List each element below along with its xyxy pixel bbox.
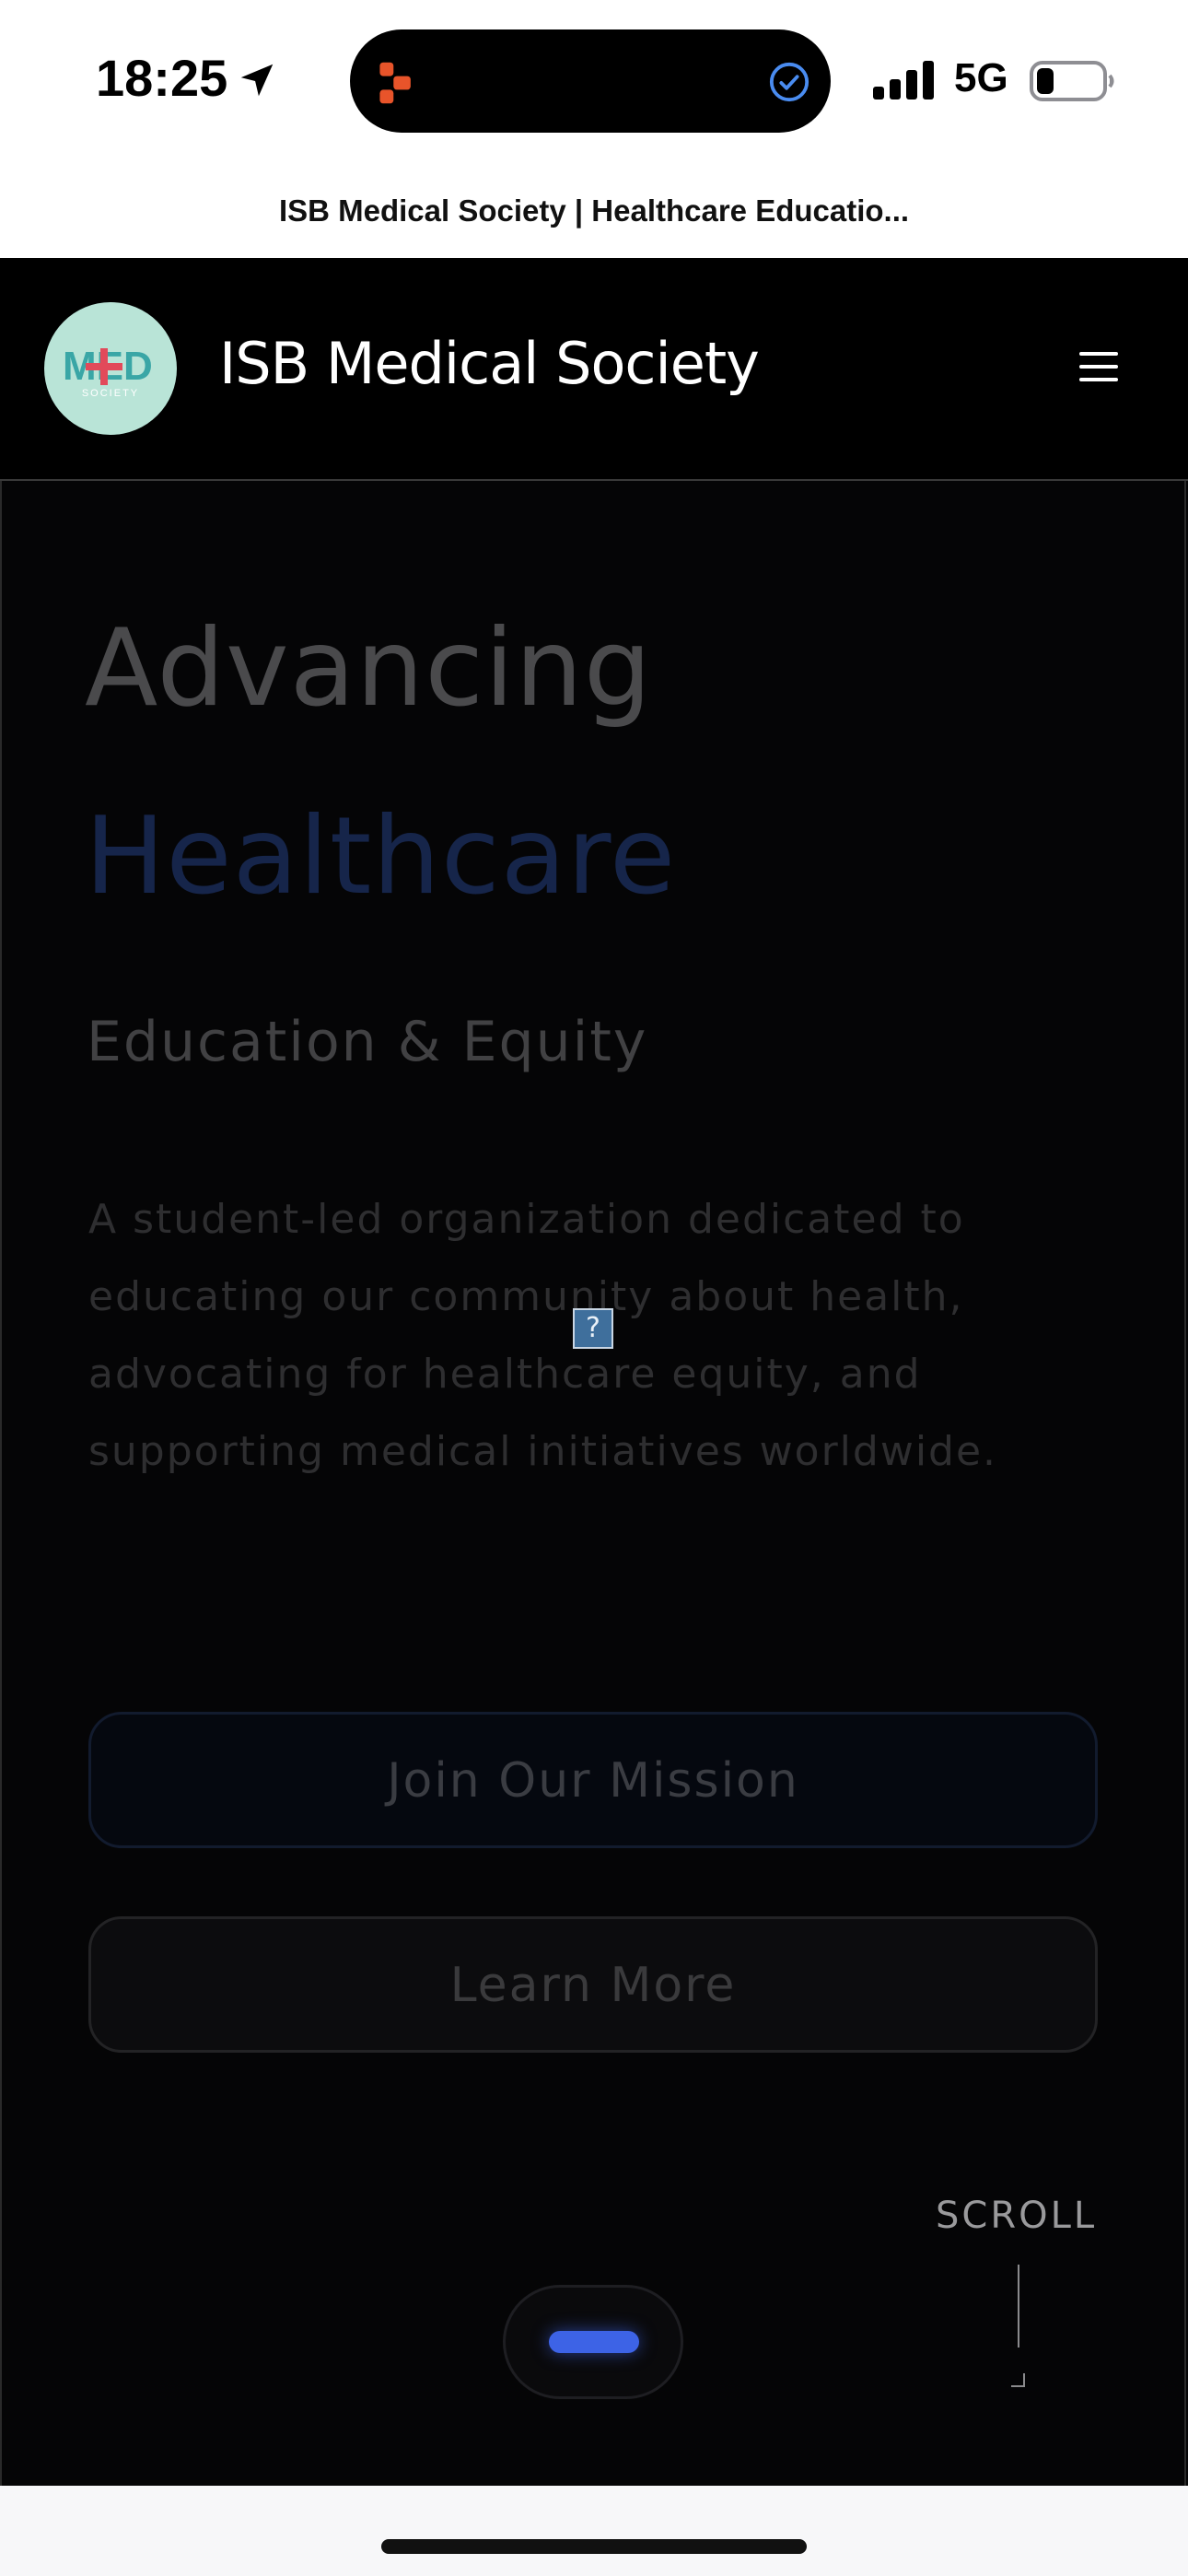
join-mission-button[interactable]: Join Our Mission bbox=[88, 1712, 1098, 1848]
hero-headline-line2: Healthcare bbox=[85, 794, 677, 919]
hamburger-menu-icon[interactable] bbox=[1079, 350, 1118, 383]
scroll-label: SCROLL bbox=[936, 2195, 1098, 2237]
network-label: 5G bbox=[954, 55, 1008, 100]
cellular-signal-icon bbox=[873, 61, 934, 100]
browser-page-title[interactable]: ISB Medical Society | Healthcare Educati… bbox=[0, 181, 1188, 241]
scroll-indicator-icon bbox=[1011, 2265, 1025, 2387]
checkmark-circle-icon bbox=[769, 62, 809, 102]
broken-image-icon: ? bbox=[573, 1308, 613, 1349]
app-activity-icon bbox=[379, 62, 411, 104]
site-logo[interactable]: MED SOCIETY bbox=[44, 302, 177, 435]
home-indicator[interactable] bbox=[381, 2539, 807, 2554]
location-arrow-icon bbox=[240, 64, 274, 97]
hero-subheadline: Education & Equity bbox=[87, 1010, 648, 1074]
pill-indicator-icon bbox=[549, 2331, 639, 2353]
bottom-bar bbox=[0, 2486, 1188, 2576]
status-time: 18:25 bbox=[96, 49, 228, 107]
battery-icon bbox=[1030, 61, 1114, 101]
med-society-logo-icon: MED SOCIETY bbox=[63, 344, 153, 399]
svg-text:SOCIETY: SOCIETY bbox=[82, 388, 139, 399]
site-name[interactable]: ISB Medical Society bbox=[219, 330, 760, 397]
hero-headline-line1: Advancing bbox=[85, 606, 653, 731]
site-header: MED SOCIETY ISB Medical Society bbox=[0, 258, 1188, 481]
learn-more-button[interactable]: Learn More bbox=[88, 1916, 1098, 2053]
dynamic-island[interactable] bbox=[350, 29, 831, 133]
